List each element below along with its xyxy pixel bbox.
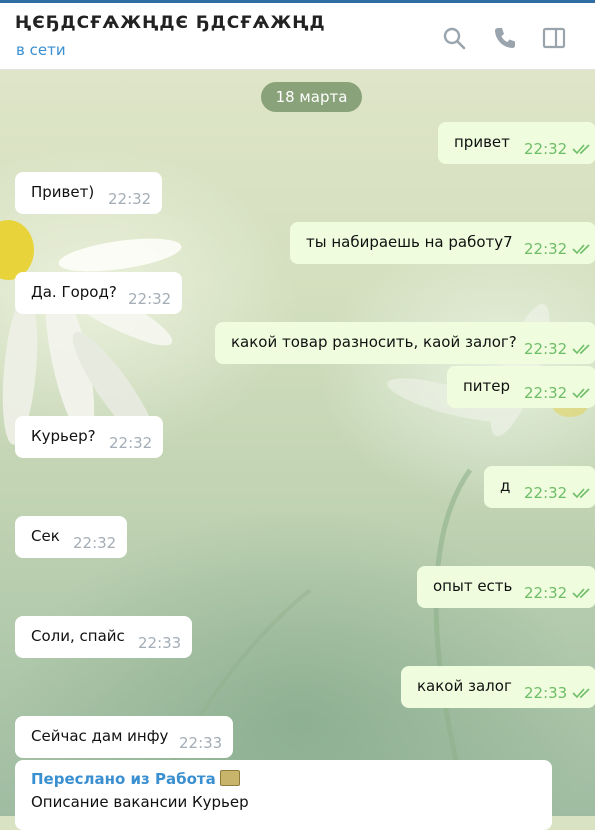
message-time: 22:32 — [524, 240, 568, 258]
money-bag-icon — [219, 770, 240, 786]
double-check-icon — [572, 243, 592, 255]
message-outgoing[interactable]: опыт есть 22:32 — [417, 566, 595, 608]
message-text: Сек — [31, 527, 60, 545]
message-time: 22:32 — [524, 584, 568, 602]
message-text: опыт есть — [433, 577, 513, 595]
message-text: Сейчас дам инфу — [31, 727, 169, 745]
message-time: 22:33 — [179, 734, 223, 752]
search-icon[interactable] — [441, 25, 467, 51]
message-incoming[interactable]: Привет) 22:32 — [15, 172, 162, 214]
double-check-icon — [572, 387, 592, 399]
double-check-icon — [572, 143, 592, 155]
message-incoming[interactable]: Курьер? 22:32 — [15, 416, 163, 458]
forwarded-header[interactable]: Переслано из Работа — [31, 770, 240, 788]
message-outgoing[interactable]: какой залог 22:33 — [401, 666, 595, 708]
message-time: 22:32 — [524, 484, 568, 502]
message-text: Курьер? — [31, 427, 96, 445]
message-time: 22:32 — [524, 384, 568, 402]
message-text: Привет) — [31, 183, 95, 201]
message-time: 22:32 — [109, 434, 153, 452]
message-outgoing[interactable]: д 22:32 — [484, 466, 595, 508]
double-check-icon — [572, 343, 592, 355]
message-time: 22:32 — [128, 290, 172, 308]
message-text: Соли, спайс — [31, 627, 125, 645]
double-check-icon — [572, 687, 592, 699]
message-time: 22:32 — [524, 140, 568, 158]
phone-icon[interactable] — [492, 25, 518, 51]
date-separator: 18 марта — [261, 82, 362, 112]
message-text: д — [500, 477, 511, 495]
sidebar-toggle-icon[interactable] — [541, 25, 567, 51]
message-text: питер — [463, 377, 511, 395]
message-time: 22:32 — [73, 534, 117, 552]
message-time: 22:32 — [524, 340, 568, 358]
message-text: Да. Город? — [31, 283, 117, 301]
message-time: 22:32 — [108, 190, 152, 208]
message-outgoing[interactable]: ты набираешь на работу7 22:32 — [290, 222, 595, 264]
message-outgoing[interactable]: питер 22:32 — [447, 366, 595, 408]
message-incoming[interactable]: Сейчас дам инфу 22:33 — [15, 716, 233, 758]
forwarded-message[interactable]: Переслано из Работа Описание вакансии Ку… — [15, 760, 552, 830]
double-check-icon — [572, 587, 592, 599]
message-text: какой залог — [417, 677, 512, 695]
message-outgoing[interactable]: какой товар разносить, каой залог? 22:32 — [215, 322, 595, 364]
double-check-icon — [572, 487, 592, 499]
message-incoming[interactable]: Сек 22:32 — [15, 516, 127, 558]
chat-header: ҢЄҔДСҒѦЖҢДЄ ҔДСҒѦЖҢД в сети — [0, 3, 595, 70]
online-status: в сети — [16, 41, 66, 59]
message-time: 22:33 — [524, 684, 568, 702]
message-text: привет — [454, 133, 510, 151]
message-text: ты набираешь на работу7 — [306, 233, 513, 251]
forwarded-source: Переслано из Работа — [31, 770, 216, 788]
message-incoming[interactable]: Соли, спайс 22:33 — [15, 616, 192, 658]
message-time: 22:33 — [138, 634, 182, 652]
forwarded-text: Описание вакансии Курьер — [31, 793, 249, 811]
message-outgoing[interactable]: привет 22:32 — [438, 122, 595, 164]
message-incoming[interactable]: Да. Город? 22:32 — [15, 272, 182, 314]
message-text: какой товар разносить, каой залог? — [231, 333, 517, 351]
chat-title[interactable]: ҢЄҔДСҒѦЖҢДЄ ҔДСҒѦЖҢД — [15, 13, 326, 33]
